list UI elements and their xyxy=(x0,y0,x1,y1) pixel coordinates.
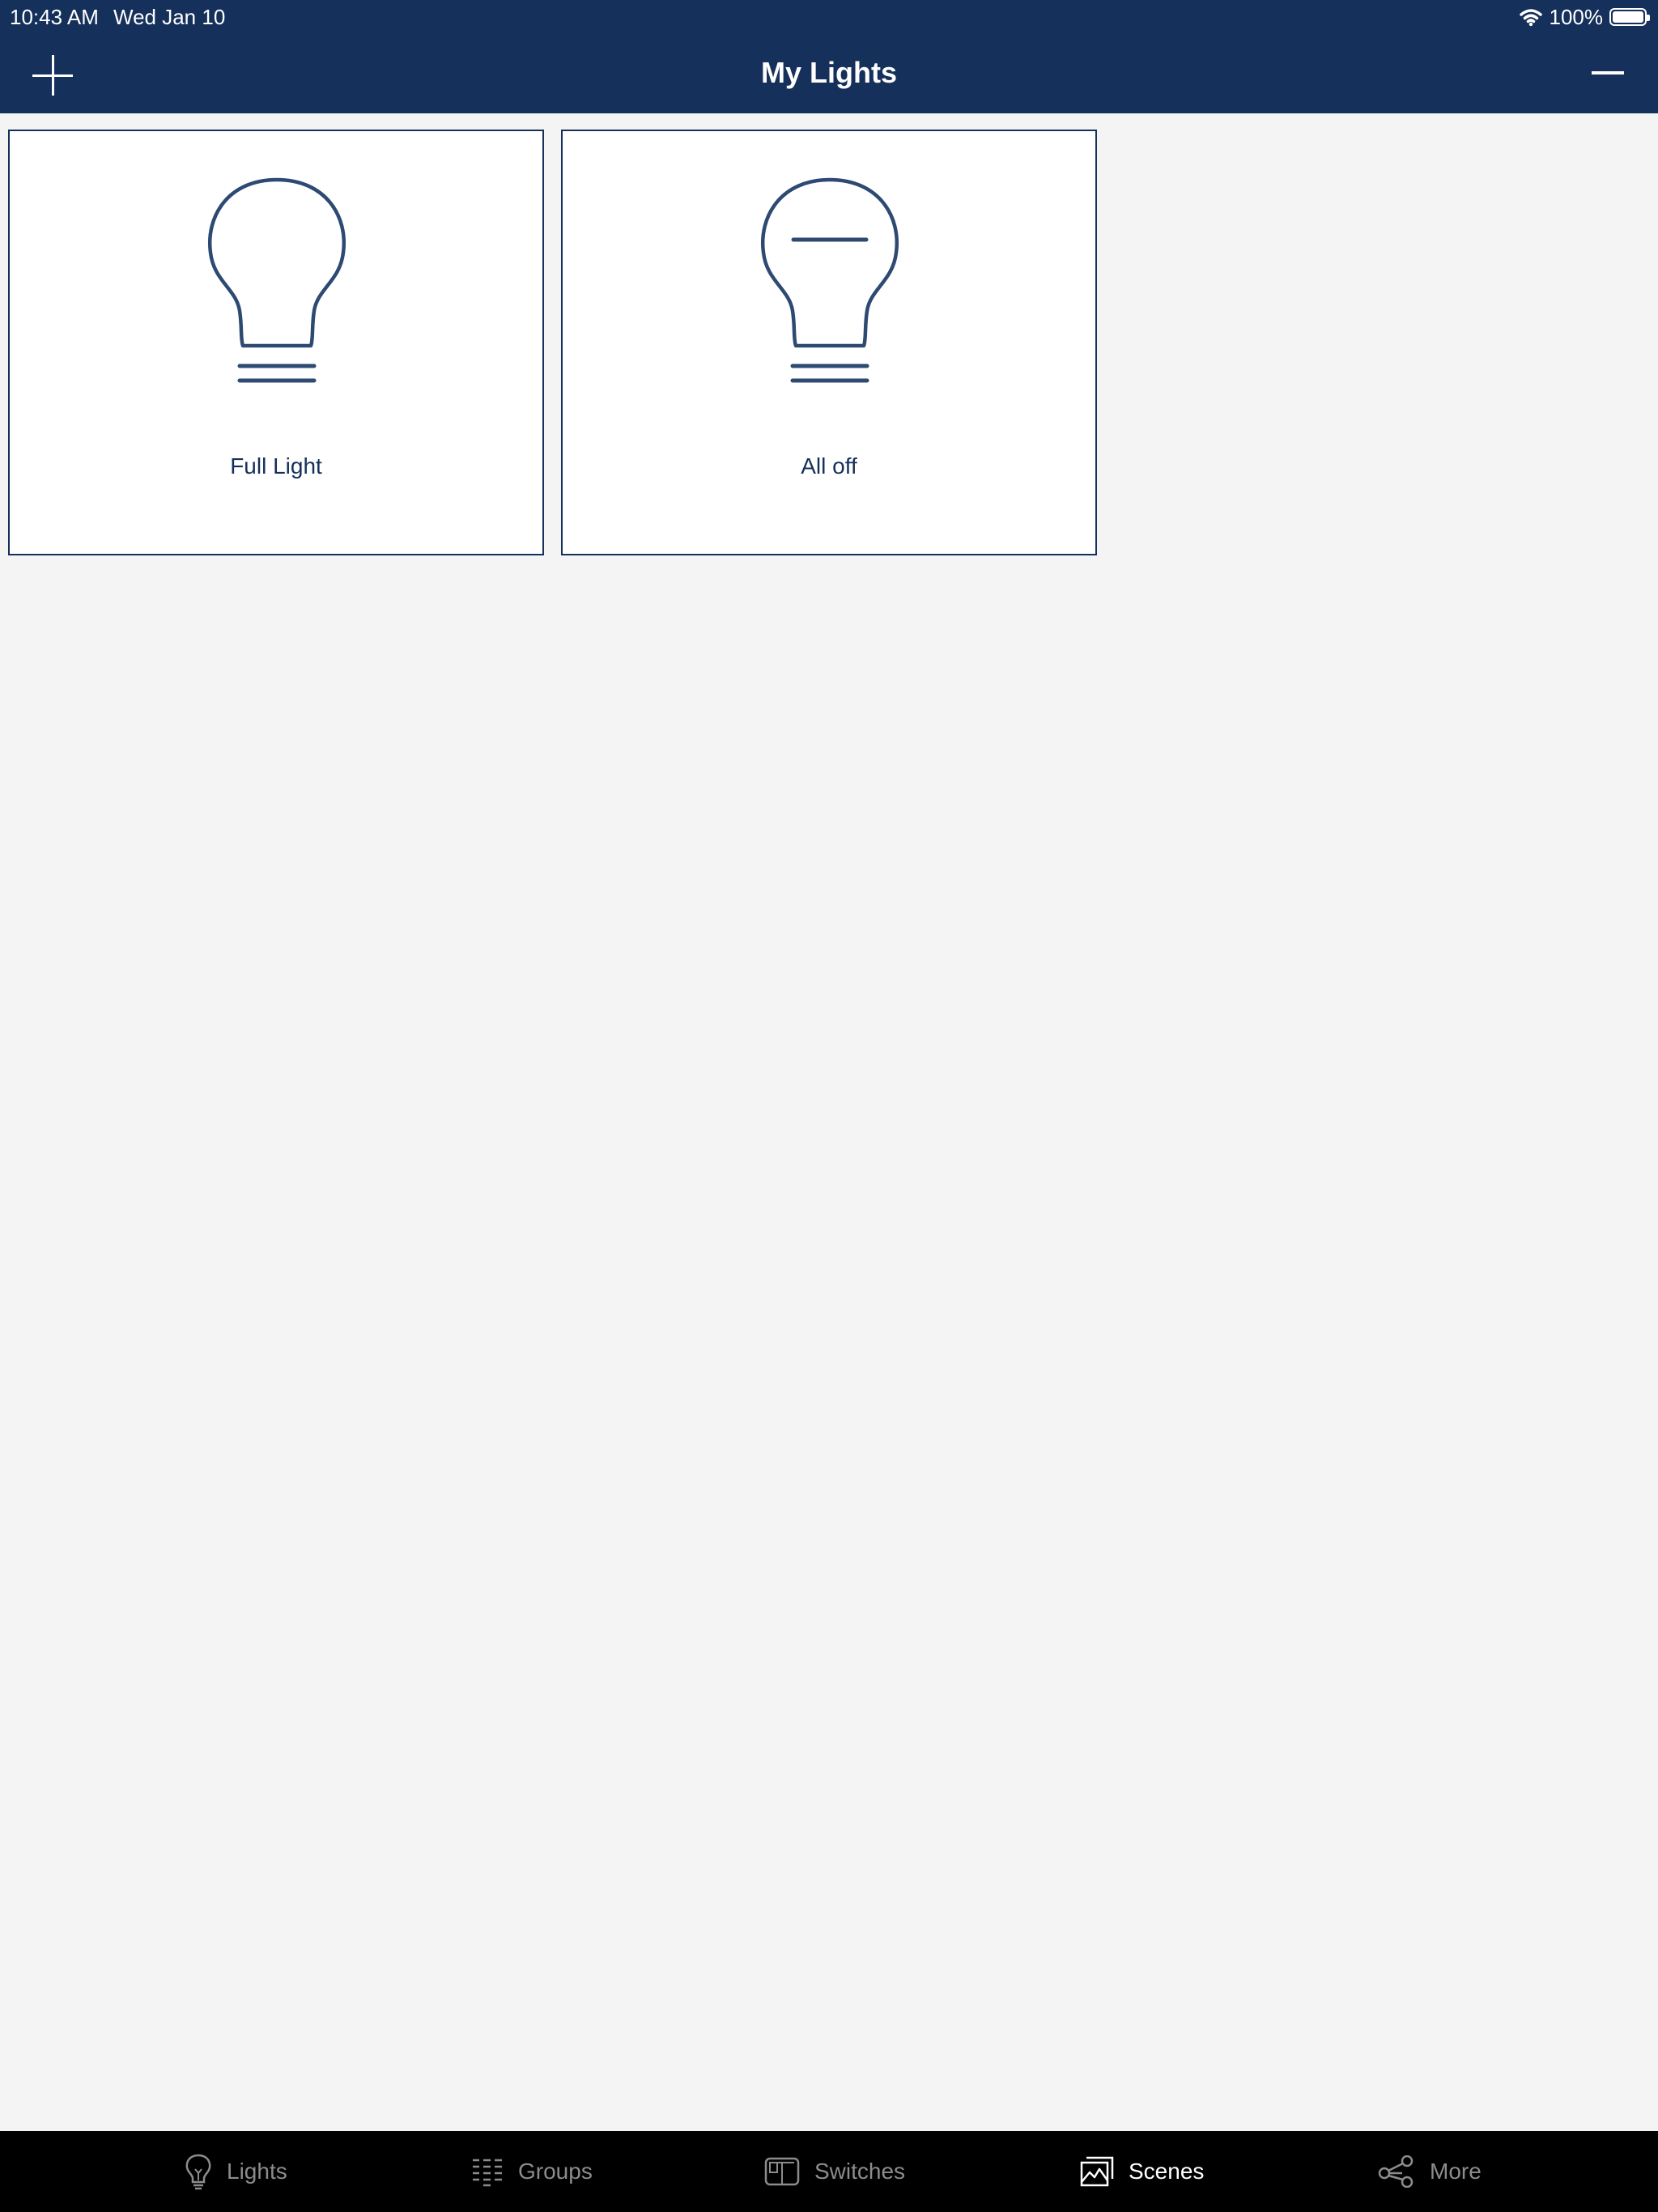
scene-tile-full-light[interactable]: Full Light xyxy=(8,130,544,555)
tab-label: Switches xyxy=(814,2159,906,2184)
battery-fill xyxy=(1613,11,1643,23)
scenes-icon xyxy=(1080,2156,1114,2187)
scene-label: All off xyxy=(801,453,857,479)
battery-icon xyxy=(1609,8,1650,26)
status-time: 10:43 AM xyxy=(10,5,99,29)
switches-icon xyxy=(764,2157,800,2186)
groups-icon xyxy=(473,2159,502,2187)
wifi-icon xyxy=(1519,7,1543,27)
remove-button[interactable] xyxy=(1585,57,1634,89)
lightbulb-icon xyxy=(185,2154,211,2190)
tab-lights[interactable]: Lights xyxy=(185,2131,287,2212)
scene-grid: Full Light All off xyxy=(8,130,1097,555)
tab-more[interactable]: More xyxy=(1378,2131,1482,2212)
share-icon xyxy=(1378,2155,1414,2188)
tab-bar: Lights Groups Switches Scenes More xyxy=(0,2131,1658,2212)
lightbulb-icon xyxy=(207,177,346,383)
top-bar: 10:43 AM Wed Jan 10 100% My Lights xyxy=(0,0,1658,113)
tab-groups[interactable]: Groups xyxy=(471,2131,593,2212)
lightbulb-off-icon xyxy=(760,177,899,383)
tab-scenes[interactable]: Scenes xyxy=(1080,2131,1204,2212)
status-date: Wed Jan 10 xyxy=(113,5,226,29)
scene-label: Full Light xyxy=(230,453,322,479)
scene-tile-all-off[interactable]: All off xyxy=(561,130,1097,555)
page-title: My Lights xyxy=(761,56,897,89)
tab-label: Scenes xyxy=(1129,2159,1205,2184)
status-indicators: 100% xyxy=(1519,3,1650,31)
tab-label: Groups xyxy=(518,2159,593,2184)
tab-label: Lights xyxy=(227,2159,287,2184)
tab-label: More xyxy=(1430,2159,1482,2184)
battery-percent: 100% xyxy=(1549,4,1604,29)
tab-switches[interactable]: Switches xyxy=(764,2131,905,2212)
